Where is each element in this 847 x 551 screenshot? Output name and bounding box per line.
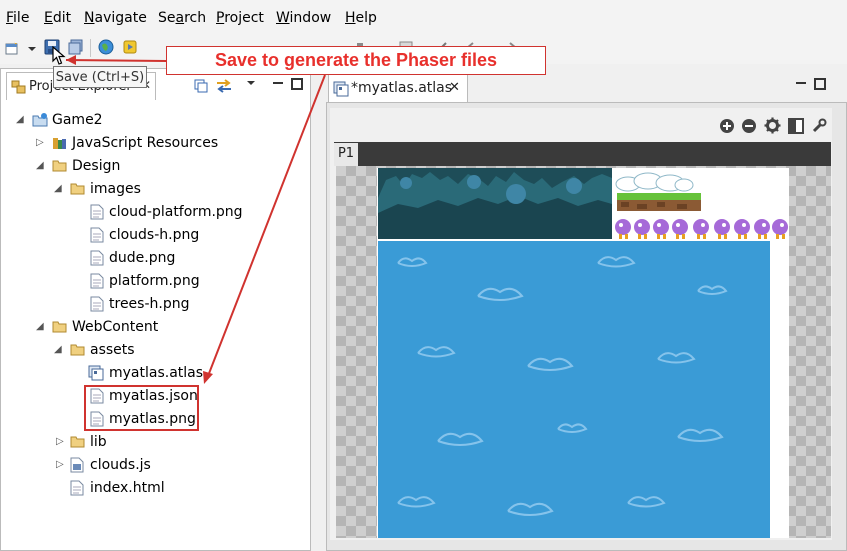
maximize-icon[interactable]: [814, 78, 826, 90]
menu-navigate[interactable]: Navigate: [84, 9, 147, 27]
maximize-icon[interactable]: [291, 78, 303, 90]
tree-item-label: trees-h.png: [109, 296, 190, 312]
tab-page-p1[interactable]: P1: [334, 143, 358, 166]
file-icon: [90, 204, 104, 220]
menu-project[interactable]: Project: [216, 9, 264, 27]
tree-item-label: images: [90, 181, 141, 197]
tree-item-label: Design: [72, 158, 121, 174]
gear-icon[interactable]: [764, 117, 781, 134]
annotation-callout: Save to generate the Phaser files: [166, 46, 546, 75]
library-icon: [53, 138, 66, 149]
project-explorer-icon: [11, 80, 26, 94]
tree-item-label: cloud-platform.png: [109, 204, 243, 220]
collapsed-twisty-icon[interactable]: ▷: [36, 133, 44, 153]
collapse-all-icon[interactable]: [193, 78, 209, 94]
expanded-twisty-icon[interactable]: ◢: [54, 179, 62, 199]
menu-help[interactable]: Help: [345, 9, 377, 27]
minimize-icon[interactable]: [795, 80, 807, 86]
menu-window[interactable]: Window: [276, 9, 331, 27]
tree-item-label: JavaScript Resources: [72, 135, 219, 151]
run-icon[interactable]: [122, 39, 138, 55]
tree-item-label: index.html: [90, 480, 165, 496]
expanded-twisty-icon[interactable]: ◢: [54, 340, 62, 360]
mouse-cursor-icon: [52, 46, 66, 65]
close-icon[interactable]: ✕: [449, 80, 460, 95]
tree-item-label: myatlas.atlas: [109, 365, 204, 381]
tree-item-label: clouds.js: [90, 457, 151, 473]
globe-icon[interactable]: [98, 39, 114, 55]
add-icon[interactable]: [719, 118, 735, 134]
file-icon: [90, 250, 104, 266]
collapsed-twisty-icon[interactable]: ▷: [56, 432, 64, 452]
save-all-icon[interactable]: [68, 39, 84, 55]
folder-open-icon: [52, 321, 67, 333]
menu-search[interactable]: Search: [158, 9, 206, 27]
expanded-twisty-icon[interactable]: ◢: [36, 317, 44, 337]
tree-item-label: assets: [90, 342, 135, 358]
trees-sprite-image: [378, 168, 612, 239]
tab-myatlas-atlas[interactable]: *myatlas.atlas ✕: [328, 74, 468, 102]
folder-icon: [70, 436, 85, 448]
page-tab-strip: [334, 142, 831, 166]
clouds-h-sprite[interactable]: [378, 241, 770, 538]
expanded-twisty-icon[interactable]: ◢: [36, 156, 44, 176]
link-editor-icon[interactable]: [215, 78, 233, 94]
remove-icon[interactable]: [741, 118, 757, 134]
wrench-icon[interactable]: [811, 118, 827, 134]
file-icon: [90, 296, 104, 312]
generated-files-highlight: [84, 385, 199, 431]
menu-edit[interactable]: Edit: [44, 9, 71, 27]
collapsed-twisty-icon[interactable]: ▷: [56, 455, 64, 475]
clouds-h-sprite-image: [378, 241, 770, 538]
folder-open-icon: [70, 344, 85, 356]
save-tooltip: Save (Ctrl+S): [53, 66, 147, 88]
atlas-file-icon: [88, 365, 104, 381]
cloud-platform-sprite[interactable]: [614, 171, 694, 193]
tree-item-label: dude.png: [109, 250, 176, 266]
layout-icon[interactable]: [788, 118, 804, 134]
html-file-icon: [70, 480, 84, 496]
platform-sprite[interactable]: [617, 193, 701, 213]
trees-sprite[interactable]: [378, 168, 612, 239]
dude-sprite-frames[interactable]: [614, 215, 790, 241]
folder-open-icon: [52, 160, 67, 172]
project-folder-icon: [32, 113, 48, 127]
expanded-twisty-icon[interactable]: ◢: [16, 110, 24, 130]
atlas-file-icon: [333, 81, 349, 97]
new-file-icon[interactable]: [4, 40, 20, 56]
js-file-icon: [70, 457, 84, 473]
chevron-down-icon[interactable]: [27, 46, 37, 52]
folder-open-icon: [70, 183, 85, 195]
tree-item-label: Game2: [52, 112, 103, 128]
tree-item-label: clouds-h.png: [109, 227, 200, 243]
tree-item-label: WebContent: [72, 319, 159, 335]
minimize-icon[interactable]: [272, 80, 284, 86]
view-menu-icon[interactable]: [246, 80, 256, 86]
toolbar-separator: [90, 39, 91, 57]
file-icon: [90, 273, 104, 289]
tree-item-label: platform.png: [109, 273, 200, 289]
tab-myatlas-atlas-label: *myatlas.atlas: [351, 80, 453, 96]
file-icon: [90, 227, 104, 243]
menu-bar: File Edit Navigate Search Project Window…: [0, 0, 847, 34]
tree-item-label: lib: [90, 434, 107, 450]
menu-file[interactable]: File: [6, 9, 29, 27]
